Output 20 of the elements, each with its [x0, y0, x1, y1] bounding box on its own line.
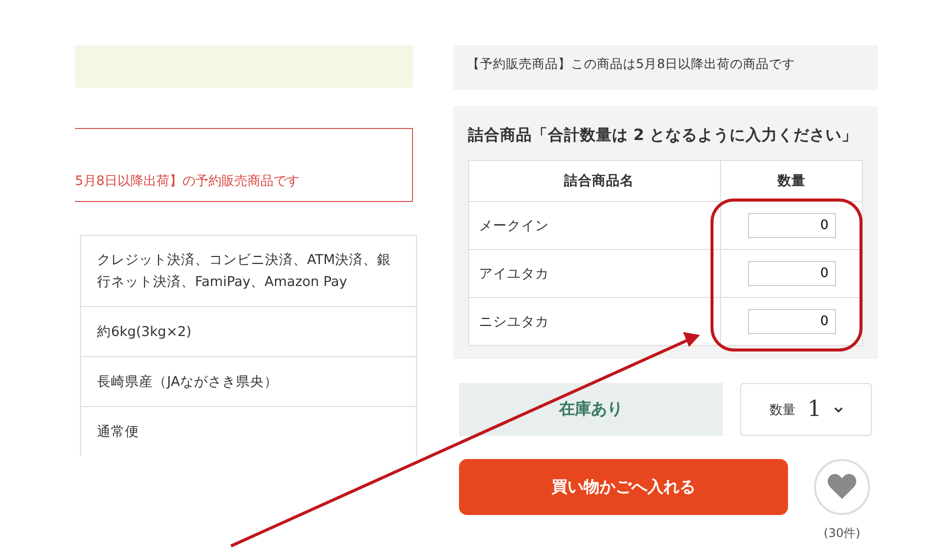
spec-value: クレジット決済、コンビニ決済、ATM決済、銀行ネット決済、FamiPay、Amazon Pay	[97, 251, 392, 292]
reservation-notice: 5月8日以降出荷】の予約販売商品です	[75, 174, 300, 189]
favorite-count: (30件)	[824, 525, 860, 542]
caret-icon	[834, 406, 842, 412]
spec-value: 長崎県産（JAながさき県央）	[97, 372, 278, 392]
shipping-note: 【予約販売商品】この商品は5月8日以降出荷の商品です	[467, 56, 795, 71]
add-to-cart-button[interactable]: 買い物かごへ入れる	[459, 459, 788, 515]
assortment-title: 詰合商品「合計数量は 2 となるように入力ください」	[468, 125, 859, 146]
column-header: 数量	[720, 160, 862, 202]
product-name-cell: メークイン	[468, 202, 720, 250]
quantity-input[interactable]: 0	[748, 261, 836, 286]
stock-status: 在庫あり	[459, 383, 723, 436]
spec-value: 約6kg(3kg×2)	[97, 322, 192, 342]
product-name-cell: アイユタカ	[468, 250, 720, 298]
spec-value: 通常便	[97, 422, 139, 442]
quantity-select[interactable]: 数量 1	[740, 383, 872, 436]
quantity-input[interactable]: 0	[748, 309, 836, 334]
column-header: 詰合商品名	[468, 160, 720, 202]
quantity-input[interactable]: 0	[748, 213, 836, 238]
heart-icon	[827, 474, 857, 500]
